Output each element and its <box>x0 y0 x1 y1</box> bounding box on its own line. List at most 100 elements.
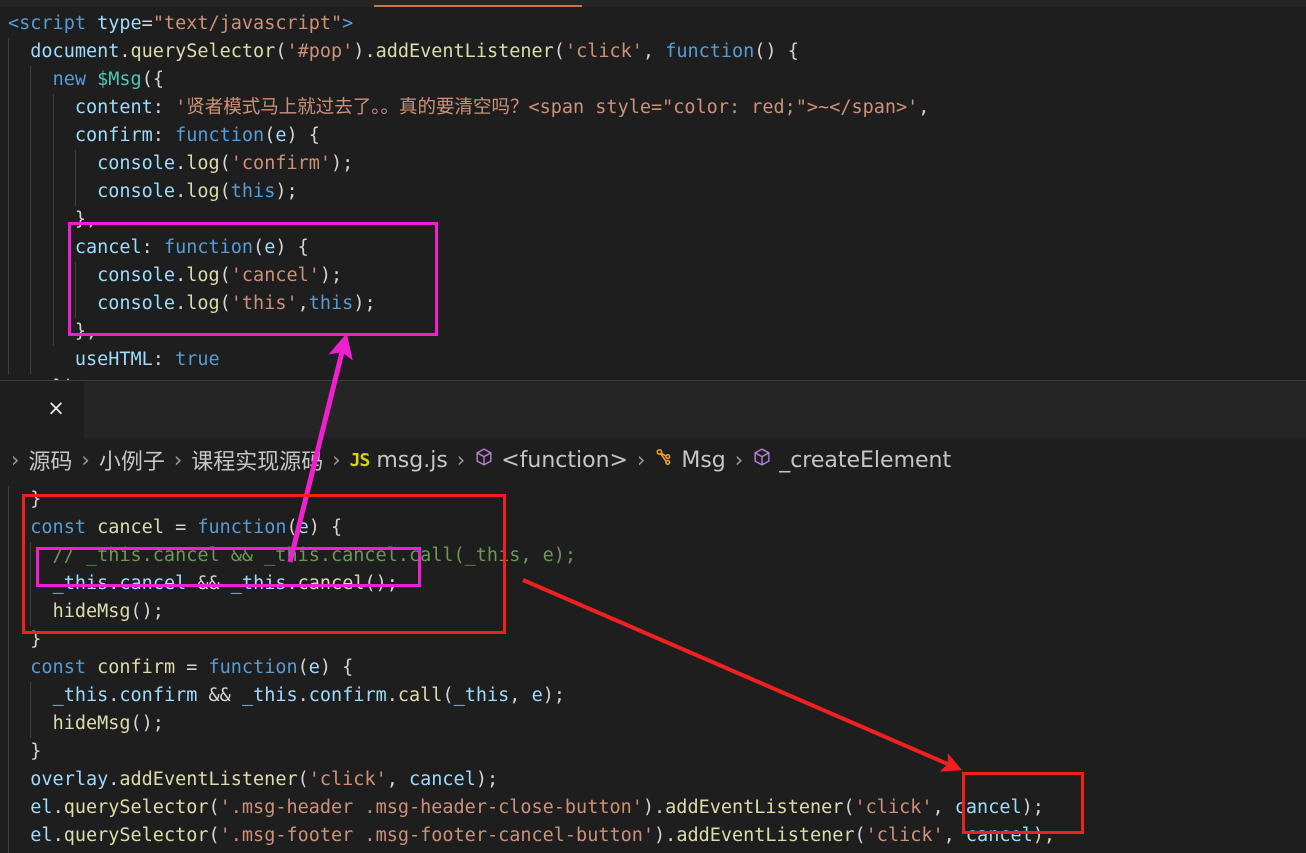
code-token: . <box>108 685 120 706</box>
breadcrumb-separator: › <box>332 448 341 472</box>
code-line[interactable]: }, <box>0 206 1306 234</box>
code-token: ). <box>654 825 677 846</box>
code-token: document <box>30 41 120 62</box>
code-line[interactable]: console.log('cancel'); <box>0 262 1306 290</box>
code-token: . <box>119 41 131 62</box>
code-token: cancel <box>119 573 187 594</box>
code-token: true <box>175 349 220 370</box>
code-token: '.msg-header .msg-header-close-button' <box>219 797 643 818</box>
code-token: querySelector <box>63 797 209 818</box>
breadcrumb-item-6[interactable]: Msg <box>654 447 726 473</box>
code-token: this <box>230 181 276 202</box>
code-token: _this <box>241 685 298 706</box>
code-token: ( <box>219 265 231 286</box>
code-token: cancel <box>297 573 365 594</box>
breadcrumb-item-3[interactable]: 课程实现源码 <box>191 444 323 476</box>
breadcrumb-item-7[interactable]: _createElement <box>752 447 951 473</box>
code-token: , <box>642 41 666 62</box>
code-line[interactable]: overlay.addEventListener('click', cancel… <box>0 766 1306 794</box>
code-token: ). <box>642 797 666 818</box>
code-line[interactable]: } <box>0 486 1306 514</box>
code-token: ( <box>442 685 454 706</box>
code-token: hideMsg <box>52 601 131 622</box>
code-token: ); <box>331 153 354 174</box>
breadcrumb-label: 小例子 <box>98 450 165 475</box>
code-line[interactable]: confirm: function(e) { <box>0 122 1306 150</box>
code-line[interactable]: cancel: function(e) { <box>0 234 1306 262</box>
code-token: ) <box>353 41 365 62</box>
code-line[interactable]: new $Msg({ <box>0 66 1306 94</box>
top-editor-pane[interactable]: <script type="text/javascript"> document… <box>0 7 1306 380</box>
code-line[interactable]: } <box>0 626 1306 654</box>
code-token: addEventListener <box>119 769 298 790</box>
breadcrumb-item-5[interactable]: <function> <box>474 447 628 473</box>
indent-guide <box>8 486 9 853</box>
code-token: useHTML <box>74 349 153 370</box>
code-token: , <box>297 293 309 314</box>
code-line[interactable]: // _this.cancel && _this.cancel.call(_th… <box>0 542 1306 570</box>
code-token: "text/javascript" <box>152 13 343 34</box>
indent-guide <box>75 262 76 318</box>
breadcrumb[interactable]: › 源码 › 小例子 › 课程实现源码 › JS msg.js › <function> › Msg › _… <box>0 438 1306 482</box>
code-line[interactable]: el.querySelector('.msg-header .msg-heade… <box>0 794 1306 822</box>
code-token: : <box>152 349 176 370</box>
code-token: 'confirm' <box>230 153 332 174</box>
breadcrumb-label: Msg <box>681 447 726 473</box>
code-token: ( <box>854 825 866 846</box>
code-token: function <box>163 237 254 258</box>
code-token: . <box>108 769 120 790</box>
code-token: log <box>186 181 220 202</box>
code-token: '#pop' <box>286 41 354 62</box>
code-line[interactable]: el.querySelector('.msg-footer .msg-foote… <box>0 822 1306 850</box>
breadcrumb-separator: › <box>456 448 466 472</box>
code-line[interactable]: console.log('confirm'); <box>0 150 1306 178</box>
code-line[interactable]: hideMsg(); <box>0 598 1306 626</box>
code-line[interactable]: <script type="text/javascript"> <box>0 10 1306 38</box>
code-token: . <box>175 293 187 314</box>
code-line[interactable]: content: '贤者模式马上就过去了。。真的要清空吗？<span style… <box>0 94 1306 122</box>
code-token: } <box>8 741 42 762</box>
panel-tab-slot[interactable] <box>0 381 84 439</box>
code-token: . <box>52 825 64 846</box>
code-token: querySelector <box>130 41 276 62</box>
code-line[interactable]: console.log(this); <box>0 178 1306 206</box>
code-line[interactable]: hideMsg(); <box>0 710 1306 738</box>
code-line[interactable]: _this.confirm && _this.confirm.call(_thi… <box>0 682 1306 710</box>
code-line[interactable]: const confirm = function(e) { <box>0 654 1306 682</box>
code-token: ); <box>1032 825 1056 846</box>
code-token: , <box>943 825 966 846</box>
breadcrumb-separator: › <box>173 448 183 472</box>
code-line[interactable]: document.querySelector('#pop').addEventL… <box>0 38 1306 66</box>
code-line[interactable]: console.log('this',this); <box>0 290 1306 318</box>
breadcrumb-item-2[interactable]: 小例子 <box>99 444 165 476</box>
code-token: ); <box>475 769 499 790</box>
code-line[interactable]: }, <box>0 318 1306 346</box>
code-token: // _this.cancel && _this.cancel.call(_th… <box>8 545 577 566</box>
code-token: : <box>152 125 176 146</box>
code-line[interactable]: _this.cancel && _this.cancel(); <box>0 570 1306 598</box>
code-token: ); <box>1021 797 1044 818</box>
panel-close-icon[interactable]: × <box>44 396 68 420</box>
breadcrumb-item-1[interactable]: 源码 <box>28 444 72 476</box>
code-token: e <box>297 517 309 538</box>
code-token: ( <box>286 517 298 538</box>
code-token: console <box>97 181 176 202</box>
breadcrumb-separator: › <box>636 448 646 472</box>
code-token: , <box>932 797 955 818</box>
bottom-editor-pane[interactable]: } const cancel = function(e) { // _this.… <box>0 486 1306 853</box>
code-token: _this <box>52 685 109 706</box>
code-token: console <box>97 265 176 286</box>
code-token: . <box>175 265 187 286</box>
code-token: () { <box>754 41 799 62</box>
code-line[interactable]: const cancel = function(e) { <box>0 514 1306 542</box>
code-content-top[interactable]: <script type="text/javascript"> document… <box>0 7 1306 380</box>
code-line[interactable]: useHTML: true <box>0 346 1306 374</box>
code-token: . <box>52 797 64 818</box>
breadcrumb-item-4[interactable]: JS msg.js <box>350 448 448 473</box>
code-line[interactable]: } <box>0 738 1306 766</box>
code-content-bottom[interactable]: } const cancel = function(e) { // _this.… <box>0 486 1306 853</box>
